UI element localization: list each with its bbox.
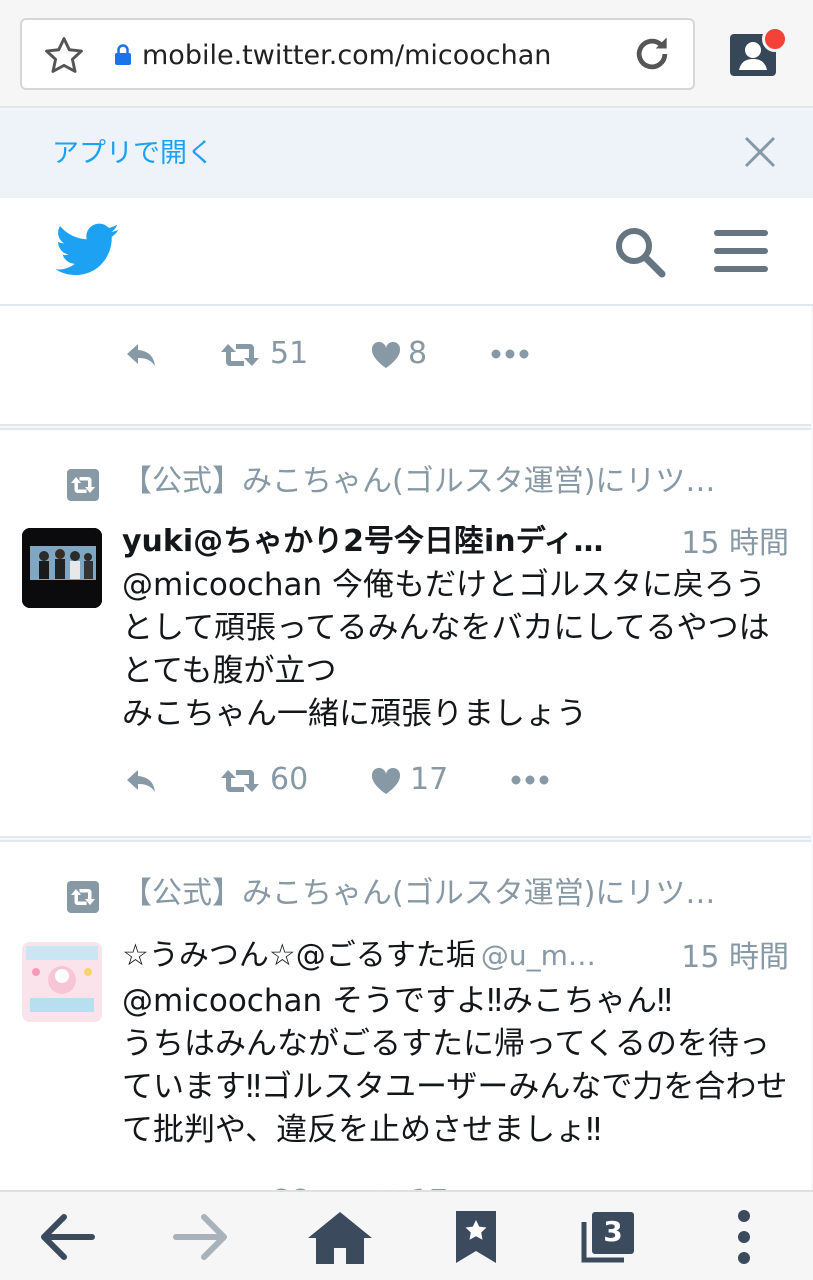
browser-bottom-bar: 3 [0, 1190, 813, 1280]
more-dots-icon[interactable] [490, 344, 530, 364]
tweet-time[interactable]: 15 時間 [681, 938, 789, 978]
tweet-text: す。 [122, 306, 792, 307]
notification-dot [762, 26, 788, 52]
retweet-icon [67, 469, 99, 501]
retweet-count: 51 [270, 336, 309, 371]
tweet-actions: 60 17 [0, 756, 811, 806]
open-in-app-banner: アプリで開く [0, 110, 813, 198]
timeline[interactable]: す。 51 8 【公式】みこちゃん(ゴルスタ運営)にリツ… [0, 306, 813, 1190]
retweet-icon[interactable] [220, 340, 260, 370]
home-icon[interactable] [304, 1208, 376, 1266]
open-in-app-link[interactable]: アプリで開く [52, 134, 214, 174]
tweet-card[interactable]: 【公式】みこちゃん(ゴルスタ運営)にリツ… yuki@ちゃかり2号今日陸inディ… [0, 428, 811, 838]
tabs-button[interactable]: 3 [578, 1208, 642, 1266]
retweeted-by-text[interactable]: 【公式】みこちゃん(ゴルスタ運営)にリツ… [122, 874, 715, 914]
avatar[interactable] [22, 528, 102, 608]
close-icon[interactable] [740, 132, 780, 172]
user-handle[interactable]: @u_m… [481, 939, 596, 972]
retweeted-by-text[interactable]: 【公式】みこちゃん(ゴルスタ運営)にリツ… [122, 462, 715, 502]
tweet-actions: 66 17 [0, 1178, 811, 1190]
more-dots-icon[interactable] [510, 770, 550, 790]
tweet-text: @micoochan そうですよ‼みこちゃん‼ うちはみんながごるすたに帰ってく… [122, 983, 788, 1148]
back-arrow-icon[interactable] [36, 1208, 96, 1266]
url-bar[interactable]: mobile.twitter.com/micoochan [20, 18, 695, 90]
like-count: 8 [408, 336, 428, 371]
heart-icon[interactable] [370, 340, 402, 370]
reply-icon[interactable] [124, 766, 158, 796]
search-icon[interactable] [612, 224, 668, 280]
retweet-icon[interactable] [220, 766, 260, 796]
tabs-count: 3 [603, 1215, 623, 1248]
user-name[interactable]: yuki@ちゃかり2号今日陸inディ… [122, 524, 604, 559]
twitter-bird-icon[interactable] [56, 222, 120, 278]
menu-icon[interactable] [712, 226, 770, 276]
tweet-card[interactable]: す。 51 8 [0, 306, 811, 426]
reload-icon[interactable] [630, 32, 674, 76]
retweet-count: 66 [270, 1182, 308, 1190]
tweet-actions: 51 8 [0, 330, 811, 380]
tweet-card[interactable]: 【公式】みこちゃん(ゴルスタ運営)にリツ… ☆うみつん☆@ごるすた垢 @u_m…… [0, 840, 811, 1190]
tweet-time[interactable]: 15 時間 [681, 524, 789, 564]
retweet-count: 60 [270, 762, 309, 797]
tweet-text: @micoochan 今俺もだけとゴルスタに戻ろうとして頑張ってるみんなをバカに… [122, 567, 770, 732]
bookmarks-icon[interactable] [446, 1208, 506, 1266]
like-count: 17 [410, 762, 449, 797]
forward-arrow-icon[interactable] [172, 1208, 232, 1266]
like-count: 17 [410, 1182, 448, 1190]
lock-icon [115, 44, 131, 65]
reply-icon[interactable] [124, 340, 158, 370]
bookmark-star-icon[interactable] [42, 34, 86, 78]
avatar[interactable] [22, 942, 102, 1022]
retweet-icon [67, 881, 99, 913]
user-name[interactable]: ☆うみつん☆@ごるすた垢 [122, 938, 476, 973]
overflow-menu-icon[interactable] [714, 1208, 774, 1266]
heart-icon[interactable] [370, 766, 402, 796]
url-text[interactable]: mobile.twitter.com/micoochan [142, 38, 551, 74]
twitter-header [0, 198, 813, 306]
